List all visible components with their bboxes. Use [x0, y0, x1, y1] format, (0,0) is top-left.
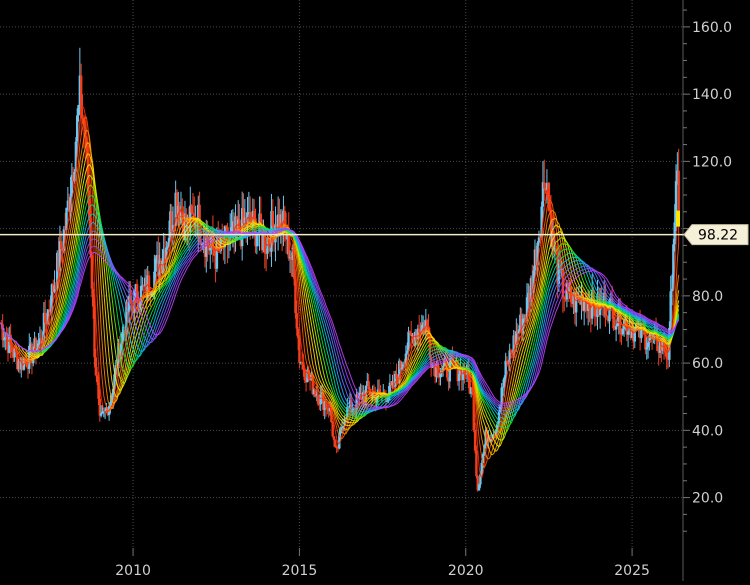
price-chart-svg: 20.0 40.0 60.0 80.0 120.0 140.0 160.0 2010 2015 2… [0, 0, 749, 581]
candle-body [99, 413, 103, 416]
price-chart: 20.0 40.0 60.0 80.0 120.0 140.0 160.0 2010 2015 2… [0, 0, 750, 581]
x-tick-label: 2025 [614, 563, 650, 579]
y-tick-label: 40.0 [692, 423, 723, 439]
x-tick-label: 2010 [115, 563, 151, 579]
y-tick-label: 60.0 [692, 356, 723, 372]
y-tick-label: 20.0 [692, 491, 723, 507]
candle-body [543, 182, 546, 189]
moving-average-line [0, 221, 680, 416]
axis-layer: 20.0 40.0 60.0 80.0 120.0 140.0 160.0 2010 2015 2… [115, 0, 732, 581]
candle-body [298, 337, 301, 363]
moving-average-ribbon [0, 105, 680, 479]
last-price-layer: 98.22 [0, 210, 749, 246]
y-tick-label: 160.0 [692, 20, 732, 36]
y-tick-label: 140.0 [692, 87, 732, 103]
y-tick-label: 120.0 [692, 154, 732, 170]
y-tick-label: 80.0 [692, 289, 723, 305]
x-tick-label: 2015 [282, 563, 318, 579]
candle-body [331, 422, 334, 437]
candle-body [295, 313, 298, 329]
candle-body [475, 450, 478, 477]
last-candle-marker [676, 210, 681, 227]
candle-body [271, 211, 274, 226]
last-price-label: 98.22 [698, 228, 738, 244]
x-tick-label: 2020 [448, 563, 484, 579]
